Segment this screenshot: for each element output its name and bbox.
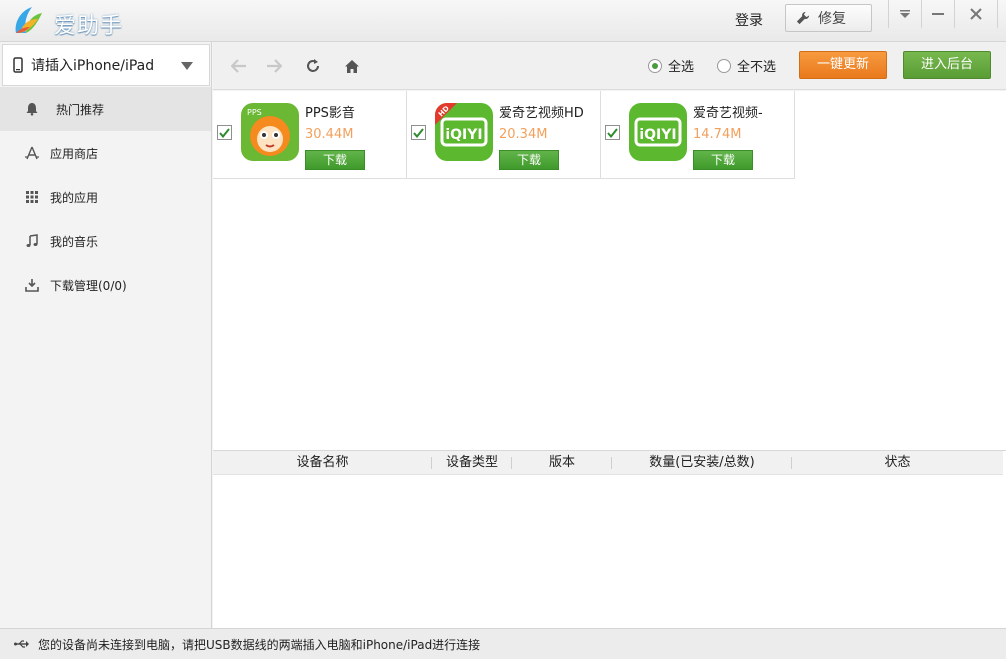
forward-button[interactable] [264,56,284,76]
sidebar-item-label: 应用商店 [50,146,99,161]
checkmark-icon [607,127,618,138]
column-header[interactable]: 版本 [512,451,612,474]
refresh-button[interactable] [303,56,323,76]
enter-background-button[interactable]: 进入后台 [903,51,991,79]
close-icon [970,8,982,20]
app-logo-icon [15,7,42,33]
radio-checked-icon [648,58,662,73]
checkmark-icon [413,127,424,138]
app-checkbox[interactable] [217,125,232,140]
sidebar-item-hot-recommend[interactable]: 热门推荐 [0,87,211,131]
sidebar-item-download-manager[interactable]: 下载管理(0/0) [0,263,211,307]
arrow-right-icon [267,59,282,73]
sidebar-nav: 热门推荐 应用商店 我的应用 我的音乐 下载管理(0/0) [0,87,211,307]
title-bar: 爱助手 登录 修复 [0,0,1006,42]
minimize-button[interactable] [921,0,954,28]
close-button[interactable] [954,0,998,28]
menu-dropdown-button[interactable] [888,0,921,28]
sidebar-item-label: 热门推荐 [56,102,105,117]
download-button[interactable]: 下载 [305,150,365,170]
select-none-label: 全不选 [737,60,777,75]
menu-dropdown-icon [900,10,910,18]
device-selector[interactable]: 请插入iPhone/iPad [2,44,210,86]
app-size: 14.74M [693,127,742,142]
app-name: 爱奇艺视频HD [499,106,584,121]
download-button[interactable]: 下载 [693,150,753,170]
chevron-down-icon [181,62,193,70]
refresh-icon [307,59,319,72]
checkmark-icon [219,127,230,138]
app-checkbox[interactable] [411,125,426,140]
sidebar-item-label: 我的应用 [50,190,99,205]
app-grid: PPS PPS影音 30.44M 下载 iQIYI HD 爱奇艺视频HD 20.… [213,91,1006,450]
sidebar-item-app-store[interactable]: 应用商店 [0,131,211,175]
download-button[interactable]: 下载 [499,150,559,170]
sidebar-item-label: 我的音乐 [50,234,99,249]
app-size: 20.34M [499,127,548,142]
phone-icon [13,57,23,73]
app-card: iQIYI HD 爱奇艺视频HD 20.34M 下载 [407,91,601,179]
pps-icon-text: PPS [247,108,262,117]
home-icon [345,59,359,73]
device-table: 设备名称 设备类型 版本 数量(已安装/总数) 状态 [213,450,1006,628]
repair-label: 修复 [818,11,846,27]
usb-icon [14,640,29,648]
home-button[interactable] [342,56,362,76]
radio-unchecked-icon [717,58,731,73]
minimize-icon [932,13,944,15]
download-icon [24,277,40,293]
app-size: 30.44M [305,127,354,142]
select-all-radio[interactable]: 全选 [648,56,694,75]
window-controls [888,0,998,28]
app-name: PPS影音 [305,106,355,121]
column-header[interactable]: 设备名称 [213,451,432,474]
bell-icon [24,101,40,117]
sidebar: 请插入iPhone/iPad 热门推荐 应用商店 我的应用 我的音乐 下载管理(… [0,42,212,628]
select-none-radio[interactable]: 全不选 [717,56,776,75]
app-card: iQIYI 爱奇艺视频- 14.74M 下载 [601,91,795,179]
wrench-icon [796,11,810,25]
repair-button[interactable]: 修复 [785,4,872,32]
iqiyi-icon-text: iQIYI [639,127,676,143]
column-header[interactable]: 状态 [792,451,1003,474]
login-button[interactable]: 登录 [724,10,774,32]
table-header: 设备名称 设备类型 版本 数量(已安装/总数) 状态 [213,451,1003,475]
status-bar: 您的设备尚未连接到电脑，请把USB数据线的两端插入电脑和iPhone/iPad进… [0,628,1006,659]
pps-app-icon[interactable]: PPS [241,103,299,161]
arrow-left-icon [231,59,246,73]
iqiyi-icon-text: iQIYI [445,127,482,143]
sidebar-item-my-apps[interactable]: 我的应用 [0,175,211,219]
sidebar-item-my-music[interactable]: 我的音乐 [0,219,211,263]
back-button[interactable] [229,56,249,76]
one-click-update-button[interactable]: 一键更新 [799,51,887,79]
column-header[interactable]: 数量(已安装/总数) [612,451,792,474]
sidebar-item-label: 下载管理(0/0) [50,278,127,293]
iqiyi-hd-app-icon[interactable]: iQIYI HD [435,103,493,161]
column-header[interactable]: 设备类型 [432,451,512,474]
iqiyi-app-icon[interactable]: iQIYI [629,103,687,161]
app-name: 爱奇艺视频- [693,106,763,121]
device-selector-label: 请插入iPhone/iPad [31,58,155,74]
grid-icon [24,189,40,205]
status-message: 您的设备尚未连接到电脑，请把USB数据线的两端插入电脑和iPhone/iPad进… [38,637,481,652]
app-checkbox[interactable] [605,125,620,140]
app-title: 爱助手 [54,14,124,39]
appstore-icon [24,145,40,161]
toolbar: 全选 全不选 一键更新 进入后台 [213,42,1006,90]
music-icon [24,233,40,249]
app-card: PPS PPS影音 30.44M 下载 [213,91,407,179]
select-all-label: 全选 [668,60,695,75]
